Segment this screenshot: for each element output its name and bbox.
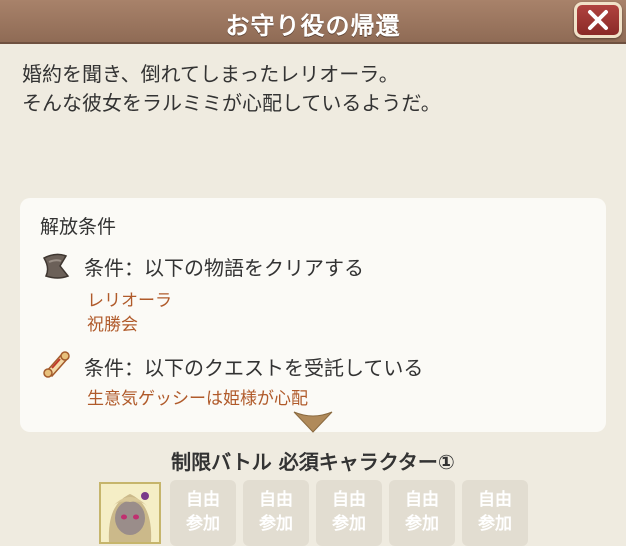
description-line-2: そんな彼女をラルミミが心配しているようだ。 <box>22 91 441 115</box>
free-slot-line-1: 自由 <box>478 490 512 510</box>
close-icon <box>588 10 608 30</box>
free-slot-line-1: 自由 <box>332 490 366 510</box>
quest-description: 婚約を聞き、倒れてしまったレリオーラ。 そんな彼女をラルミミが心配しているようだ… <box>22 60 602 118</box>
free-slot-1[interactable]: 自由 参加 <box>170 480 236 546</box>
condition-2-label: 条件：以下のクエストを受託している <box>84 356 424 380</box>
story-bookmark-icon <box>42 253 70 279</box>
unlock-heading: 解放条件 <box>40 216 117 238</box>
character-avatar <box>101 484 159 542</box>
required-character-label: 制限バトル 必須キャラクター① <box>171 450 455 474</box>
free-slot-2[interactable]: 自由 参加 <box>243 480 309 546</box>
free-slot-line-2: 参加 <box>186 514 220 534</box>
condition-1-label: 条件：以下の物語をクリアする <box>84 256 364 280</box>
free-slot-4[interactable]: 自由 参加 <box>389 480 455 546</box>
description-line-1: 婚約を聞き、倒れてしまったレリオーラ。 <box>22 62 399 86</box>
condition-1-item-2[interactable]: 祝勝会 <box>87 310 138 335</box>
free-slot-3[interactable]: 自由 参加 <box>316 480 382 546</box>
close-button[interactable] <box>574 2 622 38</box>
unlock-conditions-panel[interactable]: 解放条件 条件：以下の物語をクリアする レリオーラ 祝勝会 条件：以下のクエスト… <box>20 198 606 432</box>
free-slot-line-2: 参加 <box>405 514 439 534</box>
free-slot-line-1: 自由 <box>405 490 439 510</box>
dialog-title: お守り役の帰還 <box>225 12 401 40</box>
free-slot-line-2: 参加 <box>259 514 293 534</box>
quest-scroll-icon <box>43 351 70 378</box>
free-slot-line-2: 参加 <box>478 514 512 534</box>
free-slot-line-2: 参加 <box>332 514 366 534</box>
condition-1-item-1[interactable]: レリオーラ <box>87 286 172 311</box>
title-bar: お守り役の帰還 <box>0 0 626 44</box>
free-slot-line-1: 自由 <box>186 490 220 510</box>
required-character-portrait[interactable] <box>99 482 161 544</box>
free-slot-5[interactable]: 自由 参加 <box>462 480 528 546</box>
free-slot-line-1: 自由 <box>259 490 293 510</box>
condition-2-item-1[interactable]: 生意気ゲッシーは姫様が心配 <box>87 384 308 409</box>
scroll-down-arrow-icon[interactable] <box>292 410 334 436</box>
